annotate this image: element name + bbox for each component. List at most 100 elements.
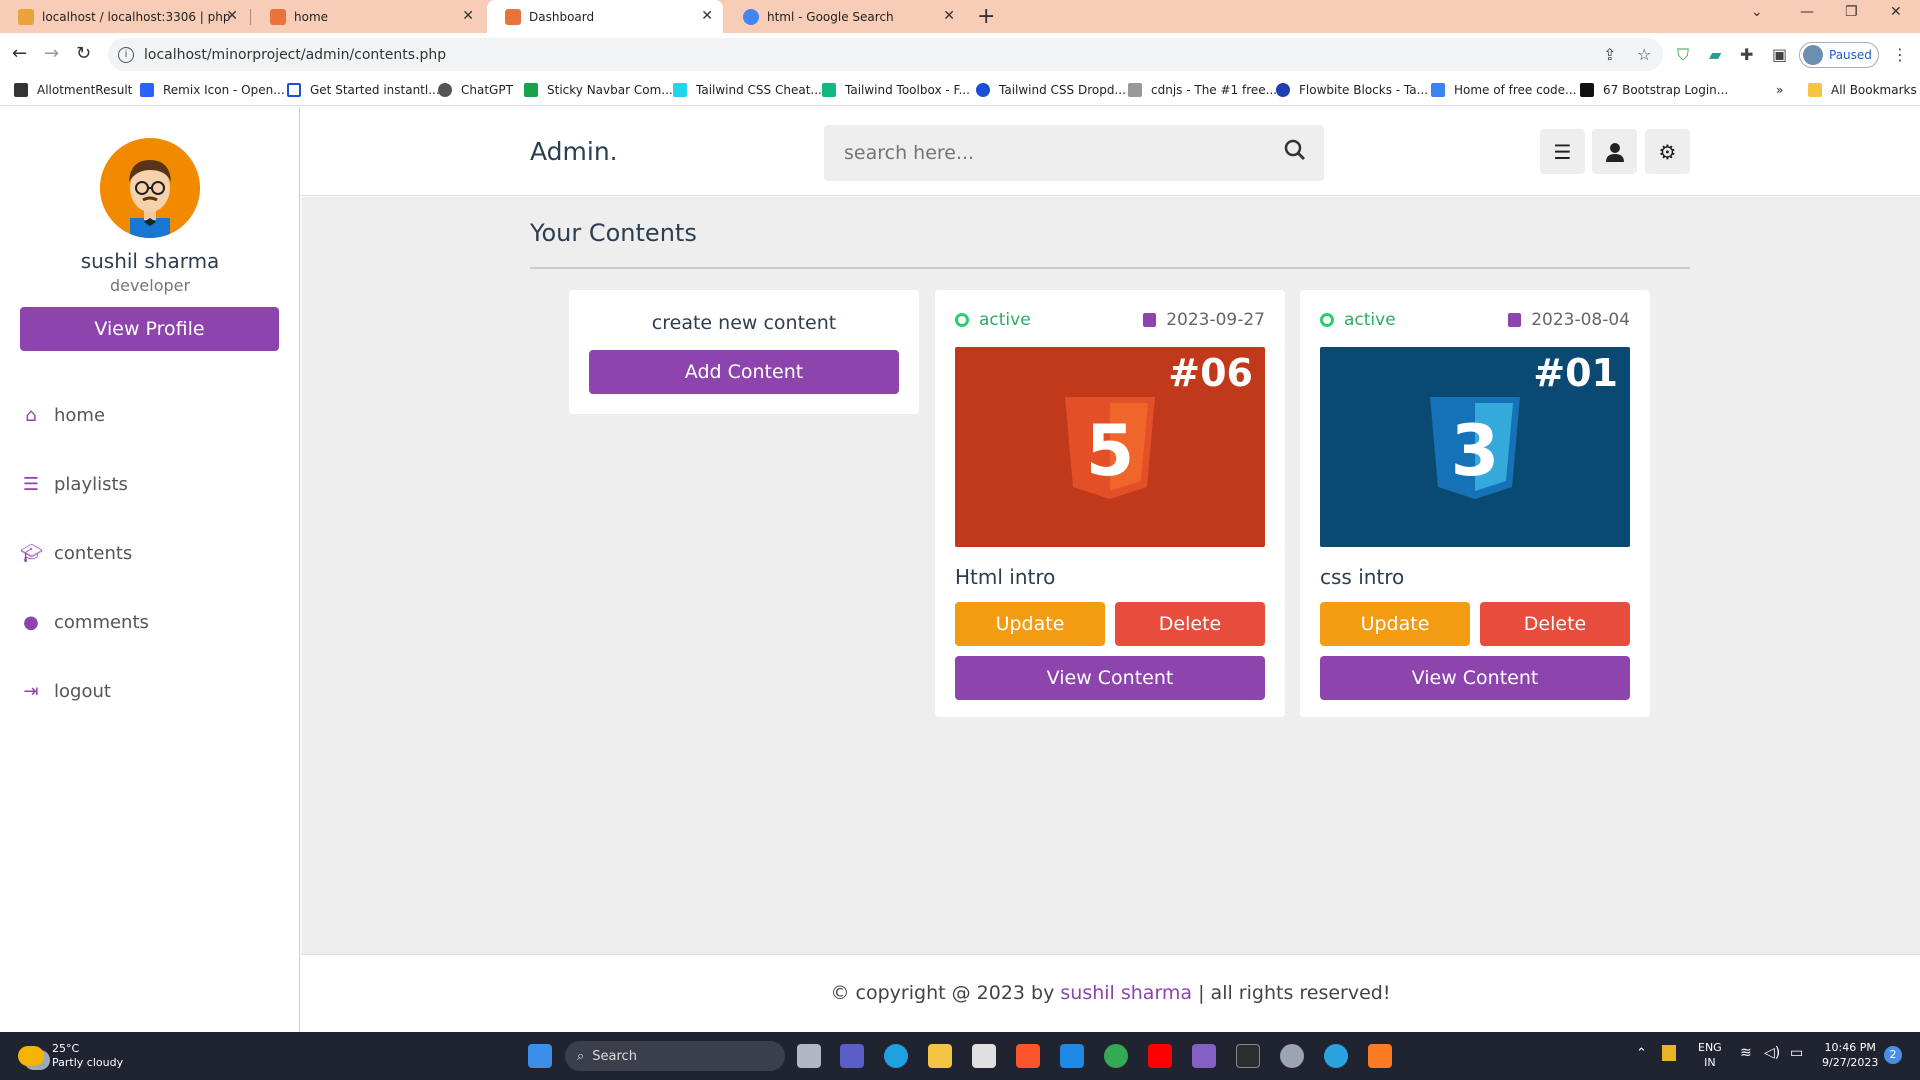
- teams-icon[interactable]: [840, 1044, 864, 1068]
- new-tab-icon[interactable]: +: [977, 4, 995, 29]
- bookmark-label: Home of free code...: [1454, 83, 1577, 97]
- tray-overflow-icon[interactable]: ⌃: [1636, 1046, 1647, 1061]
- update-button[interactable]: Update: [1320, 602, 1470, 646]
- store-icon[interactable]: [972, 1044, 996, 1068]
- bookmark-item[interactable]: ChatGPT: [438, 83, 513, 97]
- edge-icon[interactable]: [884, 1044, 908, 1068]
- bookmark-star-icon[interactable]: ☆: [1637, 45, 1651, 64]
- update-button[interactable]: Update: [955, 602, 1105, 646]
- view-content-button[interactable]: View Content: [1320, 656, 1630, 700]
- taskbar-search[interactable]: ⌕ Search: [565, 1041, 785, 1071]
- file-explorer-icon[interactable]: [928, 1044, 952, 1068]
- bookmark-item[interactable]: Get Started instantl...: [287, 83, 440, 97]
- shield-extension-icon[interactable]: ⛉: [1677, 45, 1689, 65]
- google-favicon-icon: [743, 8, 759, 25]
- delete-button[interactable]: Delete: [1115, 602, 1265, 646]
- content-thumbnail[interactable]: #06 5: [955, 347, 1265, 547]
- sidebar-item-playlists[interactable]: ☰ playlists: [20, 474, 128, 495]
- close-tab-icon[interactable]: ✕: [943, 8, 955, 24]
- bookmark-item[interactable]: Flowbite Blocks - Ta...: [1276, 83, 1428, 97]
- vscode-icon[interactable]: [1060, 1044, 1084, 1068]
- content-thumbnail[interactable]: #01 3: [1320, 347, 1630, 547]
- telegram-icon[interactable]: [1324, 1044, 1348, 1068]
- content-card: active 2023-09-27 #06 5 Html intro Updat…: [935, 290, 1285, 717]
- page-footer: © copyright @ 2023 by sushil sharma | al…: [301, 954, 1920, 1032]
- tab-home[interactable]: home ✕: [252, 0, 484, 33]
- bookmarks-overflow-icon[interactable]: »: [1776, 83, 1783, 97]
- taskbar-search-label: Search: [592, 1048, 637, 1064]
- puzzle-icon[interactable]: ✚: [1740, 45, 1753, 64]
- back-arrow-icon[interactable]: ←: [12, 43, 27, 64]
- create-content-title: create new content: [651, 312, 837, 334]
- bookmark-item[interactable]: cdnjs - The #1 free...: [1128, 83, 1277, 97]
- youtube-icon[interactable]: [1148, 1044, 1172, 1068]
- tray-app-icon[interactable]: [1662, 1045, 1676, 1061]
- bookmark-item[interactable]: Home of free code...: [1431, 83, 1577, 97]
- restore-icon[interactable]: ❐: [1845, 4, 1858, 20]
- bookmark-item[interactable]: Tailwind CSS Dropd...: [976, 83, 1126, 97]
- settings-app-icon[interactable]: [1280, 1044, 1304, 1068]
- bookmark-item[interactable]: Remix Icon - Open...: [140, 83, 285, 97]
- view-content-button[interactable]: View Content: [955, 656, 1265, 700]
- side-panel-icon[interactable]: ▣: [1772, 45, 1787, 64]
- language-indicator[interactable]: ENG IN: [1698, 1040, 1722, 1070]
- visual-studio-icon[interactable]: [1192, 1044, 1216, 1068]
- profile-paused-button[interactable]: Paused: [1799, 42, 1879, 68]
- settings-button[interactable]: ⚙: [1645, 129, 1690, 174]
- forward-arrow-icon[interactable]: →: [44, 43, 59, 64]
- footer-author-link[interactable]: sushil sharma: [1060, 982, 1192, 1004]
- window-close-icon[interactable]: ✕: [1890, 4, 1902, 20]
- xampp-icon[interactable]: [1368, 1044, 1392, 1068]
- bookmark-favicon-icon: [140, 83, 154, 97]
- tab-google-search[interactable]: html - Google Search ✕: [725, 0, 965, 33]
- brave-icon[interactable]: [1016, 1044, 1040, 1068]
- address-bar[interactable]: i localhost/minorproject/admin/contents.…: [108, 38, 1663, 71]
- tab-phpmyadmin[interactable]: localhost / localhost:3306 | php ✕: [0, 0, 248, 33]
- search-input[interactable]: [824, 142, 1254, 164]
- menu-toggle-button[interactable]: ☰: [1540, 129, 1585, 174]
- notification-badge[interactable]: 2: [1884, 1046, 1902, 1064]
- search-icon[interactable]: [1284, 139, 1306, 166]
- view-profile-button[interactable]: View Profile: [20, 307, 279, 351]
- windows-start-icon[interactable]: [528, 1044, 552, 1068]
- sidebar-item-contents[interactable]: 🎓︎ contents: [20, 543, 132, 564]
- clock[interactable]: 10:46 PM 9/27/2023: [1822, 1040, 1878, 1070]
- close-tab-icon[interactable]: ✕: [226, 8, 238, 24]
- chrome-icon[interactable]: [1104, 1044, 1128, 1068]
- admin-logo[interactable]: Admin.: [530, 137, 618, 166]
- sidebar-item-home[interactable]: ⌂ home: [20, 405, 105, 426]
- temperature: 25°C: [52, 1042, 80, 1055]
- close-tab-icon[interactable]: ✕: [701, 8, 713, 24]
- site-info-icon[interactable]: i: [118, 46, 134, 63]
- tab-search-chevron-icon[interactable]: ⌄: [1751, 4, 1763, 20]
- share-icon[interactable]: ⇪: [1603, 45, 1616, 64]
- clock-time: 10:46 PM: [1824, 1041, 1876, 1054]
- bookmark-item[interactable]: Sticky Navbar Com...: [524, 83, 673, 97]
- all-bookmarks-folder[interactable]: All Bookmarks: [1808, 83, 1917, 97]
- weather-widget[interactable]: 25°C Partly cloudy: [18, 1042, 123, 1070]
- bookmark-item[interactable]: Tailwind CSS Cheat...: [673, 83, 822, 97]
- bookmark-item[interactable]: 67 Bootstrap Login...: [1580, 83, 1728, 97]
- close-tab-icon[interactable]: ✕: [462, 8, 474, 24]
- tab-label: Dashboard: [529, 9, 595, 24]
- volume-icon[interactable]: ◁): [1764, 1046, 1780, 1061]
- menu-dots-icon[interactable]: ⋮: [1892, 45, 1908, 64]
- delete-button[interactable]: Delete: [1480, 602, 1630, 646]
- terminal-icon[interactable]: [1236, 1044, 1260, 1068]
- user-button[interactable]: [1592, 129, 1637, 174]
- battery-icon[interactable]: ▭: [1790, 1046, 1803, 1061]
- tab-dashboard[interactable]: Dashboard ✕: [487, 0, 723, 33]
- bookmark-item[interactable]: Tailwind Toolbox - F...: [822, 83, 970, 97]
- reload-icon[interactable]: ↻: [76, 43, 91, 64]
- sidebar-item-comments[interactable]: ● comments: [20, 612, 149, 633]
- extension-icon[interactable]: ▰: [1709, 45, 1721, 64]
- bookmark-item[interactable]: AllotmentResult: [14, 83, 132, 97]
- task-view-icon[interactable]: [797, 1044, 821, 1068]
- minimize-icon[interactable]: —: [1800, 4, 1814, 20]
- content-title: css intro: [1320, 565, 1405, 589]
- bookmark-label: Tailwind Toolbox - F...: [845, 83, 970, 97]
- add-content-button[interactable]: Add Content: [589, 350, 899, 394]
- bookmark-label: Get Started instantl...: [310, 83, 440, 97]
- wifi-icon[interactable]: ≋: [1740, 1046, 1752, 1061]
- sidebar-item-logout[interactable]: ⇥ logout: [20, 681, 110, 702]
